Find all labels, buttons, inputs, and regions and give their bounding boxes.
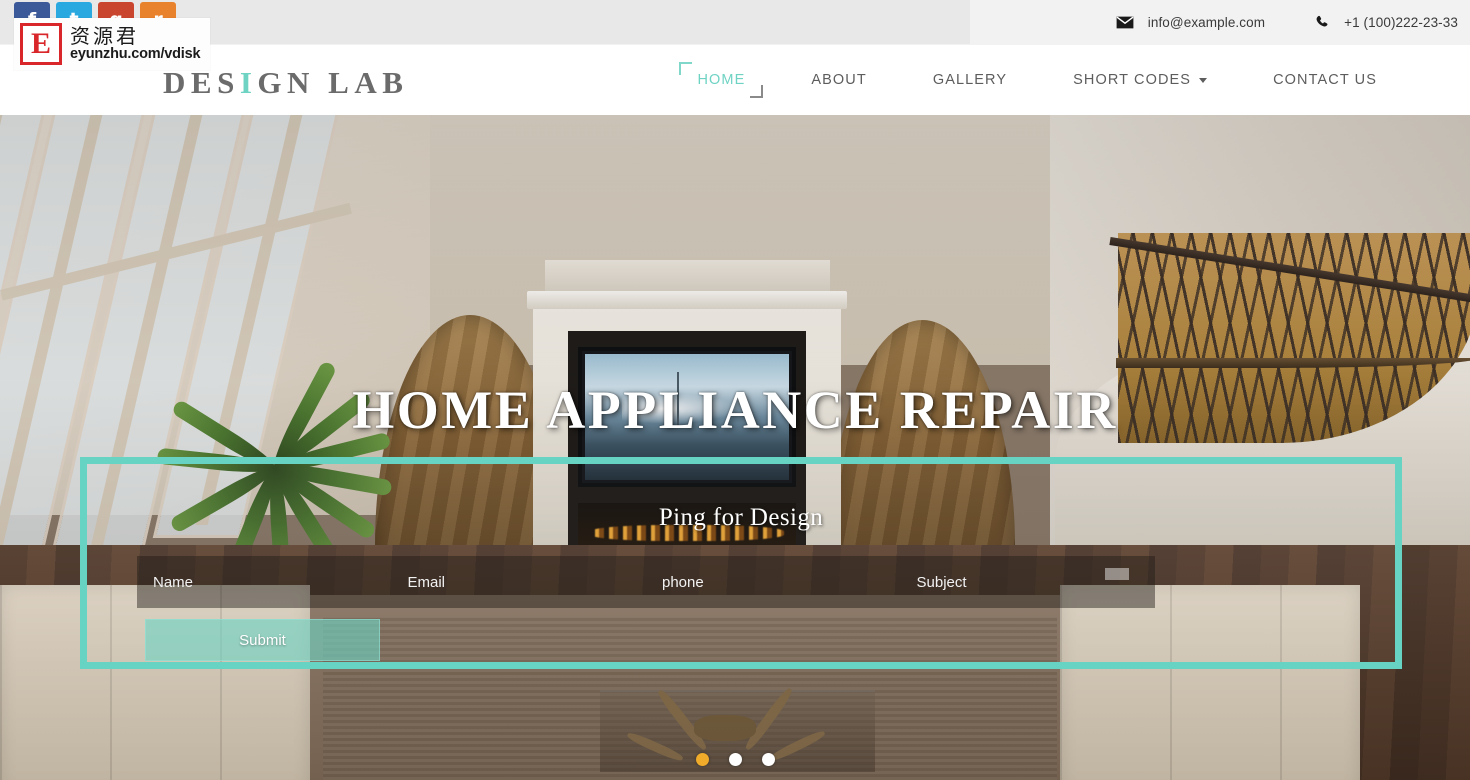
- email-input[interactable]: [391, 556, 646, 608]
- nav-label-gallery: GALLERY: [932, 72, 1008, 88]
- site-header: DESIGN LAB HOME ABOUT GALLERY SHORT CODE…: [0, 45, 1470, 115]
- carousel-dot-3[interactable]: [761, 753, 775, 766]
- nav-label-short-codes: SHORT CODES: [1073, 72, 1192, 88]
- phone-input[interactable]: [646, 556, 901, 608]
- contact-email[interactable]: info@example.com: [1116, 15, 1265, 30]
- nav-label-home: HOME: [697, 72, 746, 88]
- carousel-dot-1[interactable]: [695, 753, 709, 766]
- logo-text-part1: DES: [163, 65, 240, 100]
- hero-title: HOME APPLIANCE REPAIR: [352, 380, 1118, 440]
- watermark-badge-icon: E: [20, 23, 62, 65]
- nav-item-contact-us[interactable]: CONTACT US: [1240, 45, 1410, 115]
- top-bar: f t g r info@example.com: [0, 0, 1470, 45]
- top-bar-contacts: info@example.com +1 (100)222-23-33: [1116, 0, 1458, 45]
- logo-text-part2: GN LAB: [257, 65, 409, 100]
- name-input[interactable]: [137, 556, 392, 608]
- watermark-chinese-text: 资源君: [70, 23, 139, 48]
- nav-label-contact-us: CONTACT US: [1273, 72, 1377, 88]
- nav-item-gallery[interactable]: GALLERY: [900, 45, 1040, 115]
- hero-banner: HOME APPLIANCE REPAIR Ping for Design Su…: [0, 115, 1470, 780]
- hero-background-image: [0, 115, 1470, 780]
- nav-label-about: ABOUT: [811, 72, 867, 88]
- contact-phone-text: +1 (100)222-23-33: [1344, 15, 1458, 30]
- nav-item-short-codes[interactable]: SHORT CODES: [1040, 45, 1240, 115]
- main-navigation: HOME ABOUT GALLERY SHORT CODES CONTACT U…: [664, 45, 1410, 115]
- watermark-url-text: eyunzhu.com/vdisk: [70, 45, 201, 62]
- envelope-icon: [1116, 16, 1134, 29]
- nav-item-home[interactable]: HOME: [664, 45, 778, 115]
- logo-text-accent: I: [239, 65, 258, 100]
- form-fields-row: [137, 556, 1155, 608]
- carousel-pagination: [0, 753, 1470, 766]
- submit-button[interactable]: Submit: [145, 619, 380, 661]
- chevron-down-icon: [1199, 77, 1208, 83]
- form-title: Ping for Design: [658, 504, 824, 531]
- phone-icon: [1315, 15, 1330, 30]
- contact-form-panel: Ping for Design Submit: [80, 457, 1402, 669]
- nav-item-about[interactable]: ABOUT: [778, 45, 899, 115]
- contact-email-text: info@example.com: [1147, 15, 1266, 30]
- carousel-dot-2[interactable]: [728, 753, 742, 766]
- contact-phone[interactable]: +1 (100)222-23-33: [1315, 15, 1458, 30]
- watermark-overlay: E 资源君 eyunzhu.com/vdisk: [14, 18, 210, 70]
- site-logo[interactable]: DESIGN LAB: [163, 65, 408, 101]
- subject-input[interactable]: [900, 556, 1155, 608]
- page-root: f t g r info@example.com: [0, 0, 1470, 780]
